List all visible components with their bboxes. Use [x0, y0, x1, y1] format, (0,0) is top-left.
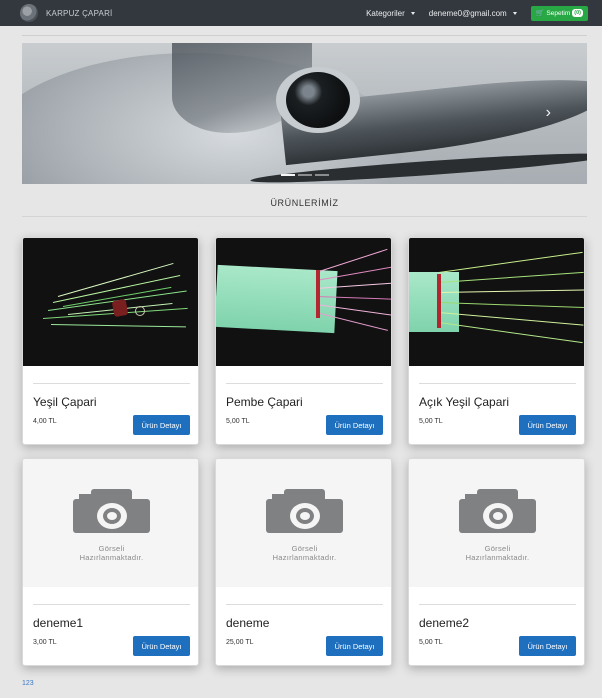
card-divider: [33, 383, 190, 384]
section-divider: [22, 216, 587, 217]
categories-dropdown[interactable]: Kategoriler: [366, 9, 415, 18]
top-navbar: KARPUZ ÇAPARİ Kategoriler deneme0@gmail.…: [0, 0, 602, 26]
product-price: 5,00 TL: [419, 418, 443, 425]
product-name: Açık Yeşil Çapari: [419, 395, 510, 409]
chevron-down-icon: [512, 11, 517, 15]
categories-label: Kategoriler: [366, 8, 405, 18]
product-detail-button[interactable]: Ürün Detayı: [326, 636, 383, 656]
product-image-pink-lure[interactable]: [216, 238, 391, 366]
product-detail-button[interactable]: Ürün Detayı: [519, 415, 576, 435]
shopping-cart-icon: 🛒: [535, 10, 545, 17]
product-price: 25,00 TL: [226, 639, 254, 646]
product-detail-button[interactable]: Ürün Detayı: [133, 415, 190, 435]
product-image-green-lure[interactable]: [23, 238, 198, 366]
card-divider: [226, 604, 383, 605]
product-name: Yeşil Çapari: [33, 395, 97, 409]
product-card: Görseli Hazırlanmaktadır. deneme1 3,00 T…: [22, 458, 199, 666]
product-name: Pembe Çapari: [226, 395, 303, 409]
camera-icon: [73, 489, 150, 533]
brand-name: KARPUZ ÇAPARİ: [46, 8, 113, 18]
carousel-indicator[interactable]: [314, 174, 329, 176]
product-card: Açık Yeşil Çapari 5,00 TL Ürün Detayı: [408, 237, 585, 445]
product-detail-button[interactable]: Ürün Detayı: [326, 415, 383, 435]
product-image-placeholder[interactable]: Görseli Hazırlanmaktadır.: [23, 459, 198, 587]
product-detail-button[interactable]: Ürün Detayı: [519, 636, 576, 656]
product-detail-button[interactable]: Ürün Detayı: [133, 636, 190, 656]
carousel-next-icon[interactable]: ›: [546, 105, 551, 121]
user-menu-dropdown[interactable]: deneme0@gmail.com: [429, 9, 517, 18]
chevron-down-icon: [410, 11, 415, 15]
product-card: Görseli Hazırlanmaktadır. deneme 25,00 T…: [215, 458, 392, 666]
card-divider: [419, 383, 576, 384]
product-image-light-green-lure[interactable]: [409, 238, 584, 366]
cart-label: Sepetim: [546, 9, 571, 17]
product-price: 3,00 TL: [33, 639, 57, 646]
product-card: Görseli Hazırlanmaktadır. deneme2 5,00 T…: [408, 458, 585, 666]
brand-logo-icon: [20, 4, 38, 22]
card-divider: [226, 383, 383, 384]
placeholder-text-line2: Hazırlanmaktadır.: [465, 553, 530, 562]
products-heading: ÜRÜNLERİMİZ: [270, 198, 339, 208]
product-price: 5,00 TL: [226, 418, 250, 425]
product-price: 4,00 TL: [33, 418, 57, 425]
product-price: 5,00 TL: [419, 639, 443, 646]
product-card: Yeşil Çapari 4,00 TL Ürün Detayı: [22, 237, 199, 445]
placeholder-text-line1: Görseli: [291, 544, 318, 553]
top-divider: [22, 35, 587, 36]
footer-text: 123: [22, 680, 34, 687]
product-image-placeholder[interactable]: Görseli Hazırlanmaktadır.: [216, 459, 391, 587]
product-name: deneme1: [33, 616, 84, 630]
product-image-placeholder[interactable]: Görseli Hazırlanmaktadır.: [409, 459, 584, 587]
camera-icon: [266, 489, 343, 533]
product-name: deneme2: [419, 616, 470, 630]
placeholder-text-line1: Görseli: [98, 544, 125, 553]
cart-button[interactable]: 🛒 Sepetim (0): [530, 5, 588, 21]
carousel-indicator[interactable]: [297, 174, 312, 176]
brand-link[interactable]: KARPUZ ÇAPARİ: [20, 4, 112, 22]
camera-icon: [459, 489, 536, 533]
cart-count-badge: (0): [572, 9, 583, 17]
hero-carousel: ›: [22, 43, 587, 184]
card-divider: [33, 604, 190, 605]
carousel-indicators: [22, 174, 587, 176]
placeholder-text-line2: Hazırlanmaktadır.: [272, 553, 337, 562]
card-divider: [419, 604, 576, 605]
product-name: deneme: [226, 616, 270, 630]
product-card: Pembe Çapari 5,00 TL Ürün Detayı: [215, 237, 392, 445]
carousel-indicator[interactable]: [280, 174, 295, 176]
placeholder-text-line2: Hazırlanmaktadır.: [79, 553, 144, 562]
user-email: deneme0@gmail.com: [428, 8, 507, 18]
placeholder-text-line1: Görseli: [484, 544, 511, 553]
